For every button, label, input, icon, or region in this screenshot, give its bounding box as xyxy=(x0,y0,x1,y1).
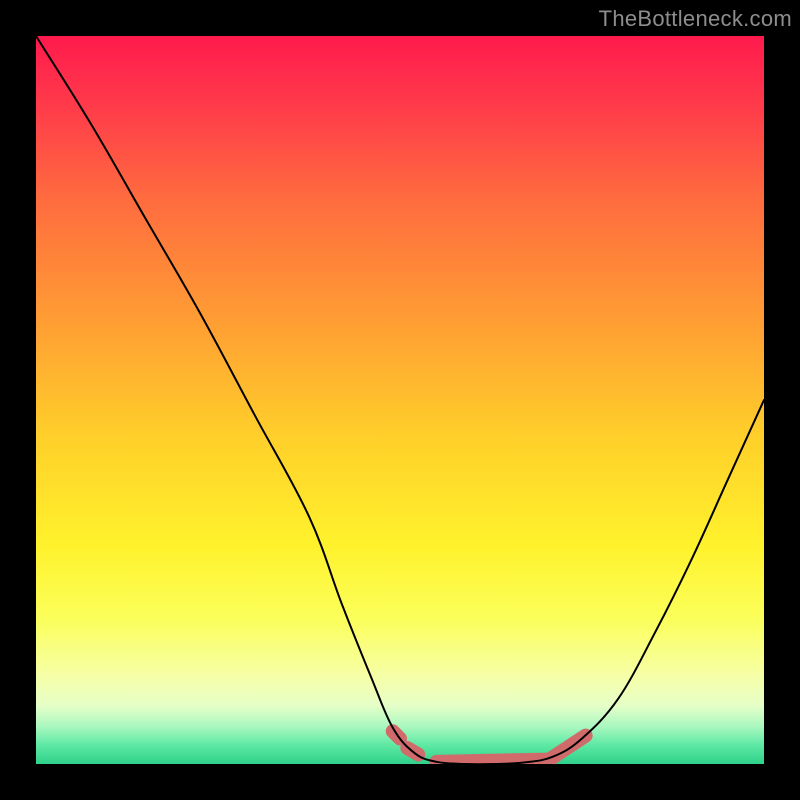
attribution-text: TheBottleneck.com xyxy=(599,6,792,32)
plot-area xyxy=(36,36,764,764)
chart-svg xyxy=(36,36,764,764)
bottleneck-curve xyxy=(36,36,764,764)
chart-frame: TheBottleneck.com xyxy=(0,0,800,800)
